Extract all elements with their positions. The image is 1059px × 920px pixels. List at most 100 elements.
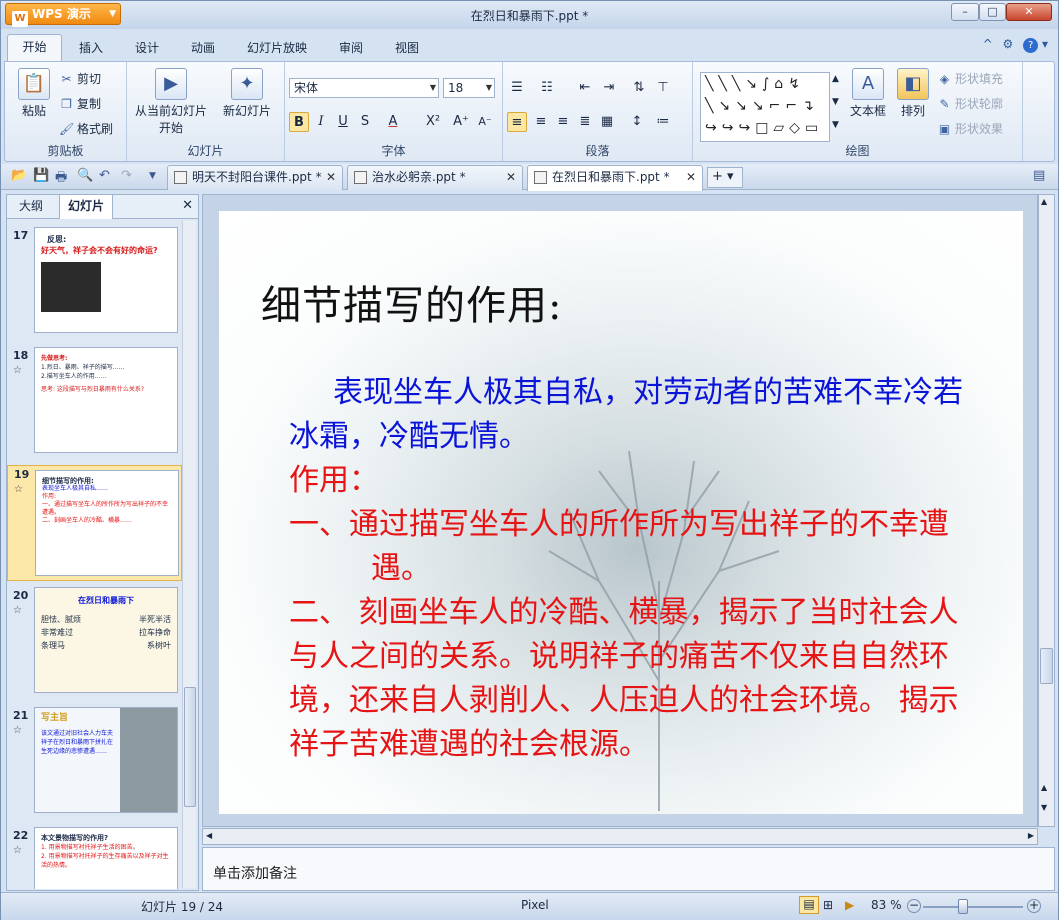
scroll-right-icon[interactable]: ▶ [1028,831,1034,840]
tab-review[interactable]: 审阅 [339,39,363,56]
align-center-icon[interactable]: ≡ [531,112,551,132]
italic-button[interactable]: I [311,112,331,132]
font-color-button[interactable]: A [383,112,403,132]
scrollbar-thumb[interactable] [184,687,196,807]
doc-tab[interactable]: 治水必躬亲.ppt * ✕ [347,165,523,190]
gallery-scroll-down-icon[interactable]: ▼ [832,97,839,107]
redo-icon[interactable]: ↷ [121,168,132,183]
tab-outline[interactable]: 大纲 [11,195,51,219]
undo-icon[interactable]: ↶ [99,168,110,183]
gallery-more-icon[interactable]: ▼ [832,120,839,130]
new-tab-button[interactable]: + ▾ [707,167,743,188]
format-painter-button[interactable]: 🖌 格式刷 [59,120,113,137]
new-slide-button[interactable]: ✦ 新幻灯片 [219,68,275,119]
bullets-icon[interactable]: ☰ [507,78,527,98]
shrink-font-button[interactable]: A⁻ [475,112,495,132]
cut-button[interactable]: ✂ 剪切 [59,70,101,87]
slide-horizontal-scrollbar[interactable]: ◀ ▶ [202,828,1038,845]
quick-access-dropdown-icon[interactable]: ▼ [149,171,156,181]
align-left-icon[interactable]: ≡ [507,112,527,132]
scrollbar-thumb[interactable] [1040,648,1053,684]
zoom-level[interactable]: 83 % [871,898,902,912]
close-tab-icon[interactable]: ✕ [506,166,516,188]
zoom-in-button[interactable]: + [1027,899,1041,913]
print-icon[interactable]: 🖶 [55,168,67,190]
slide-title[interactable]: 细节描写的作用: [261,273,562,331]
align-text-icon[interactable]: ⊤ [653,78,673,98]
help-chevron-icon[interactable]: ▾ [1042,37,1048,51]
zoom-slider-handle[interactable] [958,899,968,914]
close-pane-icon[interactable]: ✕ [182,198,193,213]
justify-icon[interactable]: ≣ [575,112,595,132]
numbering-icon[interactable]: ☷ [537,78,557,98]
tab-animation[interactable]: 动画 [191,39,215,56]
font-size-combo[interactable]: 18 ▼ [443,78,495,98]
minimize-button[interactable]: – [951,3,979,21]
slide-sorter-icon[interactable]: ⊞ [823,898,833,912]
tab-slides[interactable]: 幻灯片 [59,195,114,219]
paragraph-spacing-icon[interactable]: ≔ [653,112,673,132]
next-slide-icon[interactable]: ▼ [1041,803,1047,812]
align-right-icon[interactable]: ≡ [553,112,573,132]
play-from-current-button[interactable]: ▶ 从当前幻灯片 开始 [133,68,209,136]
normal-view-icon[interactable]: ▤ [799,896,819,914]
slideshow-view-icon[interactable]: ▶ [845,898,854,912]
close-tab-icon[interactable]: ✕ [326,166,336,188]
close-button[interactable]: ✕ [1006,3,1052,21]
increase-indent-icon[interactable]: ⇥ [599,78,619,98]
tab-insert[interactable]: 插入 [79,39,103,56]
tab-slideshow[interactable]: 幻灯片放映 [247,39,307,56]
slide-thumbnail-19-selected[interactable]: 19 ☆ 细节描写的作用: 表现坐车人极其自私…… 作用: 一、通过描写坐车人的… [7,465,182,581]
slide-thumbnail-17[interactable]: 17 反思: 好天气，祥子会不会有好的命运? [7,227,182,337]
decrease-indent-icon[interactable]: ⇤ [575,78,595,98]
open-icon[interactable]: 📂 [11,168,27,183]
chevron-down-icon: ▼ [429,83,436,92]
paste-button[interactable]: 📋 粘贴 [13,68,55,119]
copy-button[interactable]: ❐ 复制 [59,95,101,112]
zoom-out-button[interactable]: − [907,899,921,913]
superscript-button[interactable]: X² [423,112,443,132]
tab-list-icon[interactable]: ▤ [1033,168,1045,183]
textbox-button[interactable]: A 文本框 [843,68,893,119]
slide-thumbnail-18[interactable]: 18 ☆ 先做思考: 1.烈日、暴雨、祥子的描写…… 2.描写坐车人的作用…… … [7,347,182,457]
close-tab-icon[interactable]: ✕ [686,166,696,188]
shape-fill-button[interactable]: ◈ 形状填充 [937,70,1003,87]
maximize-button[interactable]: □ [979,3,1006,21]
slide-canvas[interactable]: 细节描写的作用: 表现坐车人极其自私，对劳动者的苦难不幸冷若冰霜，冷酷无情。 作… [219,211,1023,814]
distribute-icon[interactable]: ▦ [597,112,617,132]
slide-thumbnail-20[interactable]: 20 ☆ 在烈日和暴雨下 胆怯、腻烦 半死半活 非常难过 拉车挣命 条理马 系树叶 [7,587,182,697]
tab-home[interactable]: 开始 [7,34,62,61]
notes-pane[interactable]: 单击添加备注 [202,847,1055,891]
gallery-scroll-up-icon[interactable]: ▲ [832,74,839,84]
scroll-up-icon[interactable]: ▲ [1041,197,1047,206]
collapse-ribbon-icon[interactable]: ^ [983,37,993,51]
slide-thumbnail-21[interactable]: 21 ☆ 写主旨 该文通过对旧社会人力车夫祥子在烈日和暴雨下拼扎在生死边缘的悲惨… [7,707,182,817]
thumb-text: 1.烈日、暴雨、祥子的描写…… [41,364,125,371]
doc-tab-active[interactable]: 在烈日和暴雨下.ppt * ✕ [527,165,703,191]
underline-button[interactable]: U [333,112,353,132]
slides-pane-scrollbar[interactable] [182,221,196,888]
strikethrough-button[interactable]: S [355,112,375,132]
slide-thumbnail-22[interactable]: 22 ☆ 本文景物描写的作用? 1. 用景物描写衬托祥子生活的困苦。 2. 用景… [7,827,182,889]
previous-slide-icon[interactable]: ▲ [1041,783,1047,792]
doc-tab[interactable]: 明天不封阳台课件.ppt * ✕ [167,165,343,190]
text-direction-icon[interactable]: ⇅ [629,78,649,98]
shape-outline-button[interactable]: ✎ 形状轮廓 [937,95,1003,112]
line-spacing-icon[interactable]: ↕ [627,112,647,132]
tab-view[interactable]: 视图 [395,39,419,56]
tab-design[interactable]: 设计 [135,39,159,56]
slide-body-textbox[interactable]: 表现坐车人极其自私，对劳动者的苦难不幸冷若冰霜，冷酷无情。 作用： 一、通过描写… [289,371,979,767]
shape-effect-button[interactable]: ▣ 形状效果 [937,120,1003,137]
print-preview-icon[interactable]: 🔍 [77,168,93,183]
shapes-gallery[interactable]: ╲╲╲↘∫⌂↯ ╲↘↘↘⌐⌐↴ ↪↪↪□▱◇▭ [700,72,830,142]
slide-vertical-scrollbar[interactable]: ▲ ▲ ▼ [1038,194,1055,827]
skin-icon[interactable]: ⚙ [1003,37,1014,51]
font-name-combo[interactable]: 宋体 ▼ [289,78,439,98]
scroll-left-icon[interactable]: ◀ [206,831,212,840]
grow-font-button[interactable]: A⁺ [451,112,471,132]
save-icon[interactable]: 💾 [33,168,49,183]
bold-button[interactable]: B [289,112,309,132]
arrange-button[interactable]: ◧ 排列 [891,68,935,119]
help-icon[interactable]: ? [1023,38,1039,53]
zoom-slider-track[interactable] [923,906,1023,908]
